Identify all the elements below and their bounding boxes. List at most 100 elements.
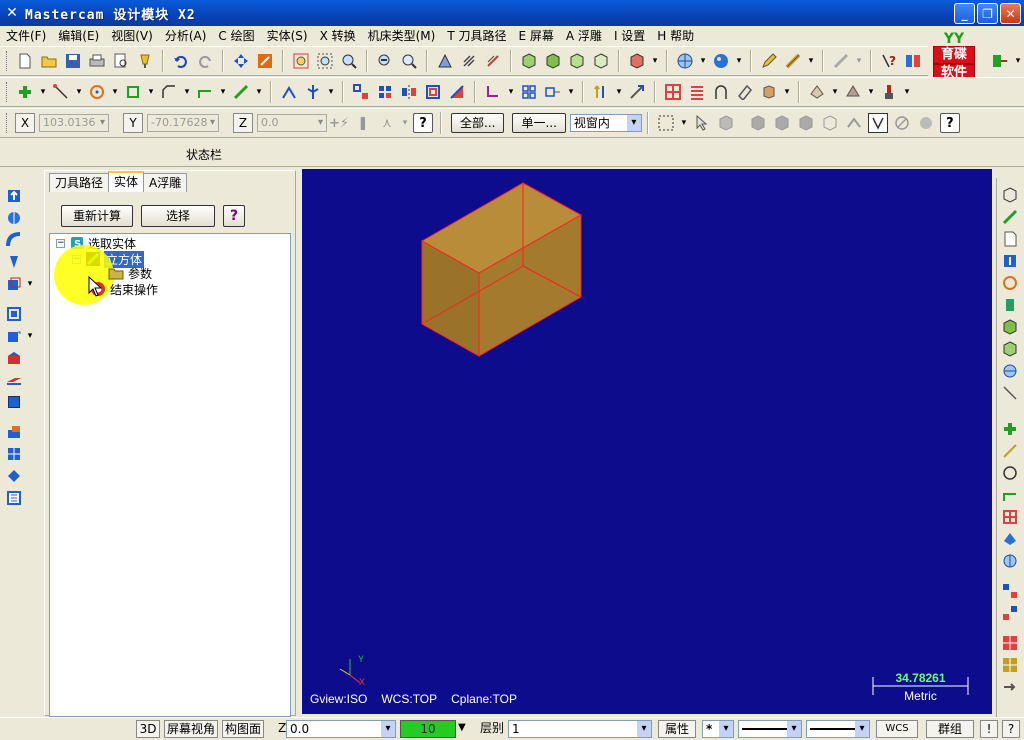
trim-icon[interactable]	[279, 82, 299, 102]
solid-box-icon[interactable]	[663, 82, 683, 102]
extrude-icon[interactable]	[4, 186, 24, 206]
sphere-icon[interactable]	[711, 51, 731, 71]
transform-tool-2-icon[interactable]	[1001, 604, 1019, 622]
status-help-button[interactable]: ?	[1002, 720, 1020, 738]
tab-toolpaths[interactable]: 刀具路径	[49, 173, 110, 192]
cylinder-icon[interactable]	[1001, 296, 1019, 314]
boolean-icon[interactable]	[4, 392, 24, 412]
xform-rotate-icon[interactable]	[375, 82, 395, 102]
chevron-down-icon[interactable]: ▾	[219, 82, 227, 102]
chevron-down-icon[interactable]: ▾	[867, 82, 875, 102]
color-button[interactable]: 10	[400, 720, 456, 738]
x-coord-button[interactable]: X	[15, 113, 35, 133]
thicken-icon[interactable]	[4, 444, 24, 464]
xform-scale-icon[interactable]	[447, 82, 467, 102]
xform-offset-icon[interactable]	[423, 82, 443, 102]
chevron-down-icon[interactable]: ▾	[111, 82, 119, 102]
point-style-dropdown[interactable]: *	[702, 720, 734, 738]
tab-solids[interactable]: 实体	[108, 171, 145, 192]
rectangle-tool-icon[interactable]	[1001, 508, 1019, 526]
y-coord-field[interactable]: -70.17628	[147, 114, 219, 132]
solid-shell-icon[interactable]	[759, 82, 779, 102]
toolpath-manager-icon[interactable]	[903, 51, 923, 71]
cube-iso-icon[interactable]	[591, 51, 611, 71]
menu-art[interactable]: A 浮雕	[560, 26, 608, 46]
menu-screen[interactable]: E 屏幕	[513, 26, 560, 46]
run-user-app-icon[interactable]	[990, 51, 1010, 71]
chevron-down-icon[interactable]: ▾	[615, 82, 623, 102]
alert-button[interactable]: !	[980, 720, 998, 738]
zoom-out-icon[interactable]	[375, 51, 395, 71]
circle-tool-icon[interactable]	[1001, 464, 1019, 482]
zoom-target-icon[interactable]	[399, 51, 419, 71]
regenerate-button[interactable]: 重新计算	[61, 205, 133, 227]
tab-art[interactable]: A浮雕	[143, 173, 188, 192]
menu-machine-type[interactable]: 机床类型(M)	[362, 26, 442, 46]
menu-view[interactable]: 视图(V)	[105, 26, 159, 46]
view-cube-dropdown-icon[interactable]	[627, 51, 647, 71]
select-single-button[interactable]: 单一...	[512, 113, 566, 133]
loft-icon[interactable]	[4, 252, 24, 272]
chevron-down-icon[interactable]: ▾	[855, 51, 863, 71]
array-icon[interactable]	[543, 82, 563, 102]
split-icon[interactable]	[303, 82, 323, 102]
open-file-icon[interactable]	[39, 51, 59, 71]
measure-icon[interactable]	[783, 51, 803, 71]
cube-front-icon[interactable]	[543, 51, 563, 71]
cube-green-icon[interactable]	[1001, 318, 1019, 336]
chevron-down-icon[interactable]: ▾	[831, 82, 839, 102]
line-tool-icon[interactable]	[1001, 442, 1019, 460]
chevron-down-icon[interactable]: ▾	[699, 51, 707, 71]
selection-help-icon[interactable]: ?	[939, 113, 960, 133]
y-coord-button[interactable]: Y	[123, 113, 143, 133]
menu-toolpaths[interactable]: T 刀具路径	[441, 26, 512, 46]
surface-rotate-icon[interactable]	[807, 82, 827, 102]
z-coord-button[interactable]: Z	[233, 113, 253, 133]
panel-help-button[interactable]: ?	[223, 205, 245, 227]
groups-button[interactable]: 群组	[926, 720, 974, 738]
chevron-down-icon[interactable]: ▾	[26, 326, 34, 346]
globe-icon[interactable]	[675, 51, 695, 71]
chevron-down-icon[interactable]: ▾	[255, 82, 263, 102]
close-button[interactable]: ✕	[1000, 3, 1021, 24]
solid-list-icon[interactable]	[687, 82, 707, 102]
cube-green-2-icon[interactable]	[1001, 340, 1019, 358]
sweep-icon[interactable]	[4, 230, 24, 250]
brush-icon[interactable]	[879, 82, 899, 102]
wireframe-icon[interactable]	[459, 51, 479, 71]
create-surface-icon[interactable]	[231, 82, 251, 102]
extrude-solid-icon[interactable]	[1001, 252, 1019, 270]
chevron-down-icon[interactable]: ▾	[735, 51, 743, 71]
print-icon[interactable]	[87, 51, 107, 71]
3d-toggle-button[interactable]: 3D	[136, 720, 160, 738]
menu-file[interactable]: 文件(F)	[0, 26, 52, 46]
primitive-icon[interactable]	[4, 274, 24, 294]
menu-xform[interactable]: X 转换	[314, 26, 362, 46]
menu-edit[interactable]: 编辑(E)	[52, 26, 105, 46]
new-file-icon[interactable]	[15, 51, 35, 71]
menu-create[interactable]: C 绘图	[212, 26, 260, 46]
move-face-icon[interactable]	[4, 466, 24, 486]
shell-icon[interactable]	[4, 348, 24, 368]
shade-icon[interactable]	[435, 51, 455, 71]
line-width-dropdown[interactable]	[806, 720, 870, 738]
grid-tool-2-icon[interactable]	[1001, 656, 1019, 674]
chevron-down-icon[interactable]: ▾	[567, 82, 575, 102]
chevron-down-icon[interactable]: ▾	[783, 82, 791, 102]
cube-top-icon[interactable]	[519, 51, 539, 71]
redo-icon[interactable]	[195, 51, 215, 71]
fillet-tool-icon[interactable]	[1001, 486, 1019, 504]
chevron-down-icon[interactable]: ▾	[807, 51, 815, 71]
menu-solids[interactable]: 实体(S)	[261, 26, 314, 46]
create-fillet-icon[interactable]	[123, 82, 143, 102]
grid-tool-icon[interactable]	[1001, 634, 1019, 652]
xform-mirror-icon[interactable]	[399, 82, 419, 102]
save-icon[interactable]	[63, 51, 83, 71]
transform-tool-icon[interactable]	[1001, 582, 1019, 600]
diagonal-line-icon[interactable]	[1001, 384, 1019, 402]
create-point-icon[interactable]	[15, 82, 35, 102]
chevron-down-icon[interactable]: ▾	[183, 82, 191, 102]
disabled-tool-icon[interactable]	[831, 51, 851, 71]
chevron-down-icon[interactable]: ▾	[147, 82, 155, 102]
menu-analyze[interactable]: 分析(A)	[159, 26, 213, 46]
